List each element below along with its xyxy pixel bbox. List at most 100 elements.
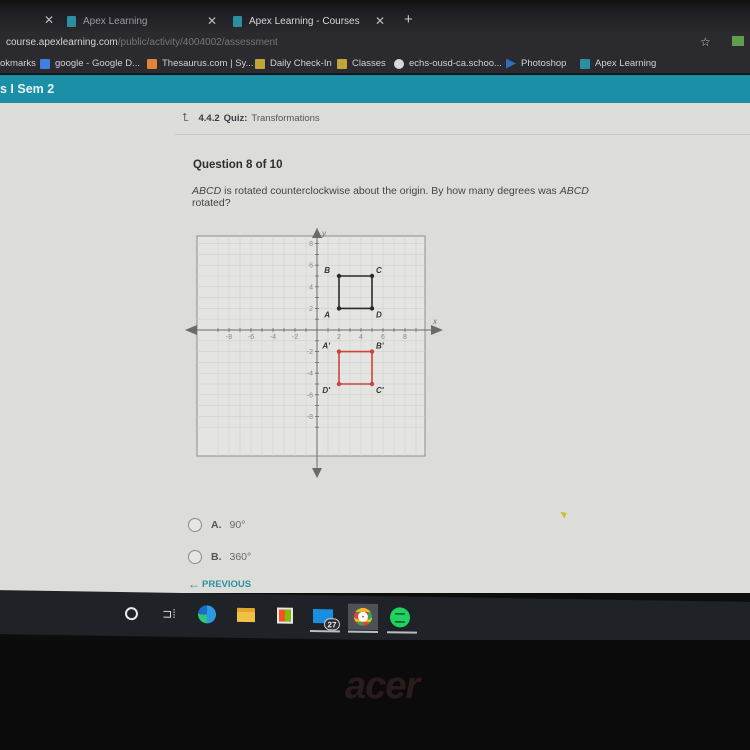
quiz-page: ⮤ 4.4.2 Quiz: Transformations Question 8…	[0, 103, 750, 593]
edge-icon[interactable]	[194, 601, 220, 627]
folder-glyph	[237, 607, 255, 623]
apex-icon	[580, 58, 590, 69]
tab-close-icon[interactable]: ✕	[207, 14, 217, 28]
bookmarks-bar: okmarks google - Google D... Thesaurus.c…	[0, 54, 750, 74]
vertex-label: A'	[321, 342, 331, 351]
x-tick-label: -2	[292, 334, 298, 341]
vertex-label: A	[323, 310, 330, 319]
thesaurus-icon	[147, 58, 157, 69]
bookmark-daily-check-in[interactable]: Daily Check-In	[255, 58, 332, 69]
breadcrumb-title: Transformations	[251, 113, 320, 124]
y-tick-label: -8	[307, 414, 313, 421]
tab-label: Apex Learning - Courses	[249, 15, 360, 27]
answer-choice-b[interactable]: B. 360°	[188, 550, 251, 564]
vertex-label: D'	[322, 386, 331, 395]
vertex-label: B'	[376, 342, 385, 351]
cortana-search-icon[interactable]	[118, 600, 144, 626]
choice-text: 360°	[229, 551, 252, 563]
breadcrumb: ⮤ 4.4.2 Quiz: Transformations	[182, 112, 320, 125]
x-tick-label: 6	[381, 334, 385, 341]
bookmark-label: Photoshop	[521, 58, 567, 69]
tab-close-icon[interactable]: ✕	[44, 13, 54, 27]
chrome-icon[interactable]	[348, 603, 378, 634]
question-text: ABCD is rotated counterclockwise about t…	[192, 185, 592, 209]
task-view-icon[interactable]: ⊐⁞	[156, 601, 182, 627]
tab-apex-courses[interactable]: Apex Learning - Courses ✕	[233, 11, 393, 31]
running-indicator	[387, 631, 417, 634]
x-tick-label: 4	[359, 334, 363, 341]
back-up-icon[interactable]: ⮤	[182, 112, 189, 125]
new-tab-button[interactable]: +	[404, 11, 413, 28]
x-axis-arrow-left	[185, 325, 197, 335]
question-text-part: is rotated counterclockwise about the or…	[221, 185, 560, 197]
mail-badge: 27	[324, 618, 340, 631]
bookmark-label: google - Google D...	[55, 58, 141, 69]
docs-icon	[40, 58, 50, 69]
answer-choice-a[interactable]: A. 90°	[188, 518, 245, 532]
choice-letter: B.	[211, 551, 222, 563]
x-tick-label: 8	[403, 334, 407, 341]
taskbar: ⊐⁞ 27	[0, 590, 750, 646]
file-explorer-icon[interactable]	[233, 602, 259, 628]
shape-name: ABCD	[192, 185, 222, 197]
y-tick-label: 6	[309, 263, 313, 270]
breadcrumb-type: Quiz:	[223, 113, 248, 124]
vertex-point	[336, 273, 342, 279]
x-tick-label: -6	[248, 334, 254, 341]
previous-label: PREVIOUS	[202, 578, 252, 590]
vertex-label: C	[376, 266, 382, 275]
extension-icon[interactable]	[732, 36, 744, 46]
bookmark-label: Apex Learning	[595, 58, 657, 69]
bookmark-apex-learning[interactable]: Apex Learning	[580, 58, 656, 69]
tab-label: Apex Learning	[83, 15, 148, 27]
shape-name: ABCD	[559, 185, 589, 197]
bookmark-thesaurus[interactable]: Thesaurus.com | Sy...	[147, 58, 254, 69]
bookmark-all-bookmarks[interactable]: okmarks	[0, 58, 36, 69]
app-header: s I Sem 2	[0, 75, 750, 103]
vertex-point	[336, 381, 342, 387]
tab-apex-learning[interactable]: Apex Learning ✕	[67, 11, 227, 31]
y-tick-label: -6	[307, 392, 313, 399]
store-icon[interactable]	[272, 602, 298, 628]
bookmark-photoshop[interactable]: Photoshop	[506, 58, 566, 69]
x-tick-label: 2	[337, 334, 341, 341]
vertex-point	[369, 381, 375, 387]
y-tick-label: -4	[307, 371, 313, 378]
bookmark-label: Thesaurus.com | Sy...	[162, 58, 254, 69]
edge-glyph	[198, 605, 216, 624]
url-field[interactable]: course.apexlearning.com/public/activity/…	[6, 37, 278, 48]
brand-logo: acer	[345, 665, 420, 707]
chrome-glyph	[354, 607, 372, 626]
address-bar[interactable]: course.apexlearning.com/public/activity/…	[0, 32, 750, 54]
arrow-left-icon: ←	[188, 577, 200, 591]
radio-button[interactable]	[188, 518, 202, 532]
store-glyph	[277, 607, 293, 624]
vertex-label: D	[376, 310, 382, 319]
bookmark-label: echs-ousd-ca.schoo...	[409, 58, 502, 69]
y-tick-label: 2	[309, 306, 313, 313]
bookmark-echs-school[interactable]: echs-ousd-ca.schoo...	[394, 58, 502, 69]
previous-button[interactable]: ← PREVIOUS	[188, 577, 251, 591]
bookmark-label: Daily Check-In	[270, 58, 332, 69]
tab-bar: ✕ Apex Learning ✕ Apex Learning - Course…	[0, 0, 750, 32]
spotify-icon[interactable]	[387, 604, 417, 634]
y-tick-label: 8	[309, 241, 313, 248]
mail-icon[interactable]: 27	[310, 603, 340, 633]
y-tick-label: 4	[309, 284, 313, 291]
vertex-point	[369, 273, 375, 279]
running-indicator	[310, 629, 340, 633]
coordinate-graph: xy -8 -6 -4 -2 2 4 6 8-8-6-4-22468 AB CDA' B'C'D'	[185, 228, 443, 478]
bookmark-label: okmarks	[0, 58, 36, 69]
bookmark-google-docs[interactable]: google - Google D...	[40, 58, 140, 69]
ring	[124, 606, 138, 620]
radio-button[interactable]	[188, 550, 202, 564]
bookmark-star-icon[interactable]: ☆	[700, 35, 711, 49]
globe-icon	[394, 58, 404, 69]
url-path: /public/activity/4004002/assessment	[117, 37, 278, 48]
tab-close-icon[interactable]: ✕	[375, 14, 385, 28]
bookmark-classes[interactable]: Classes	[337, 58, 386, 69]
choice-letter: A.	[211, 519, 222, 531]
vertex-point	[336, 349, 342, 354]
course-title: s I Sem 2	[0, 82, 55, 96]
classroom-icon	[337, 58, 347, 69]
